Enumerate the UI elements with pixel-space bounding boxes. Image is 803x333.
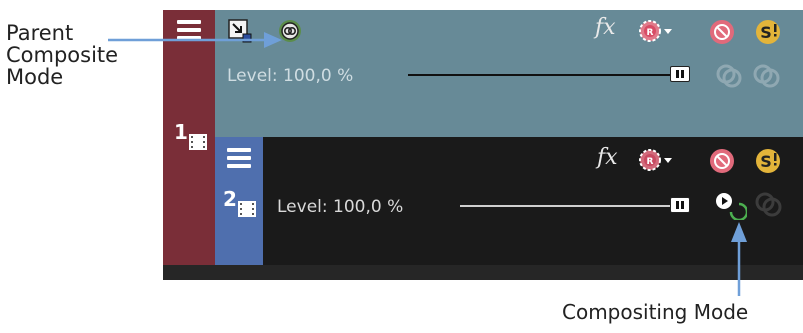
track-2-mute-icon[interactable] (709, 148, 737, 174)
svg-text:R: R (647, 157, 654, 167)
parent-composite-mode-icon[interactable] (277, 18, 307, 48)
track-1-video-icon (189, 134, 207, 150)
track-2-level-slider-handle[interactable] (670, 197, 690, 213)
svg-text:S: S (760, 23, 772, 42)
track-1-level-slider-handle[interactable] (670, 66, 690, 82)
track-1-menu-icon[interactable] (177, 20, 201, 40)
track-2-video-icon (238, 201, 256, 217)
annotation-line-3: Mode (6, 65, 64, 90)
svg-text:R: R (647, 28, 654, 38)
track-1-level-slider-track[interactable] (408, 74, 670, 76)
track-1-mute-icon[interactable] (709, 19, 737, 45)
track-1-compositing-mode-icon[interactable] (715, 63, 749, 89)
track-1-make-compositing-child-icon[interactable] (751, 63, 787, 89)
track-2-level-label: Level: 100,0 % (277, 197, 404, 217)
track-1-automation-icon[interactable]: R (637, 18, 673, 46)
track-2-solo-icon[interactable]: S (755, 148, 783, 174)
track-1-level-label: Level: 100,0 % (227, 66, 354, 86)
compositing-mode-icon[interactable] (713, 190, 747, 220)
track-2-automation-icon[interactable]: R (637, 147, 673, 175)
make-compositing-child-icon[interactable] (753, 191, 789, 219)
track-1-fx-icon[interactable]: fx (595, 15, 616, 40)
track-2-menu-icon[interactable] (227, 148, 251, 168)
track-2-fx-icon[interactable]: fx (597, 145, 618, 170)
track-list-footer (163, 265, 803, 280)
annotation-compositing-mode: Compositing Mode (562, 300, 749, 324)
annotation-line-2: Composite (6, 43, 119, 68)
track-2-level-slider-track[interactable] (460, 205, 670, 207)
annotation-parent-composite-mode: Parent Composite Mode (6, 22, 156, 88)
track-1-solo-icon[interactable]: S (755, 19, 783, 45)
annotation-line-1: Parent (6, 21, 74, 45)
svg-text:S: S (760, 152, 772, 171)
expand-track-icon[interactable] (227, 18, 253, 44)
track-2-number: 2 (223, 187, 237, 211)
track-1-number: 1 (174, 120, 188, 144)
